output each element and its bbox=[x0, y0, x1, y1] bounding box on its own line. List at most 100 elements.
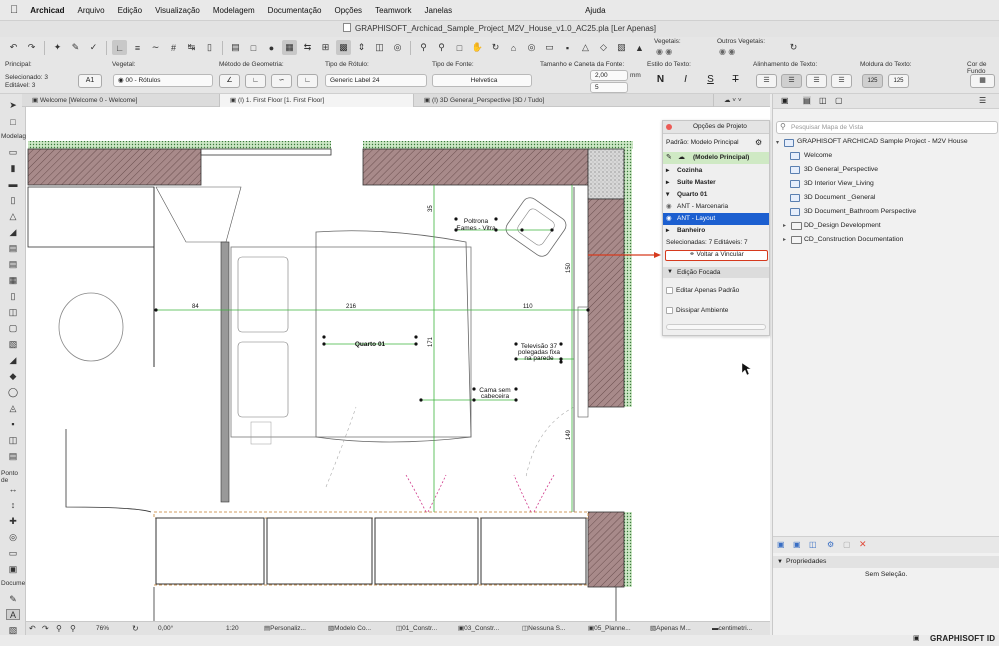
menu-teamwork[interactable]: Teamwork bbox=[375, 6, 411, 15]
status-item-03-constr[interactable]: ▣ 03_Constr... bbox=[458, 622, 499, 635]
dissipar-checkbox[interactable] bbox=[666, 307, 673, 314]
tipo-rotulo-select[interactable]: Generic Label 24 bbox=[325, 74, 427, 87]
palette-option-layout[interactable]: ◉ ANT - Layout bbox=[663, 213, 769, 225]
redo-zoom-icon[interactable]: ↷ bbox=[42, 622, 49, 635]
vegetal-select[interactable]: ◉ 00 - Rótulos bbox=[113, 74, 213, 87]
details-icon[interactable]: ◇ bbox=[596, 40, 611, 55]
status-item-centimetri[interactable]: ▬ centimetri... bbox=[712, 622, 752, 635]
voltar-vincular-button[interactable]: ⚭ Voltar a Vincular bbox=[665, 250, 768, 261]
palette-option-suite[interactable]: ▸ Suíte Master bbox=[663, 177, 769, 189]
status-item-apenas[interactable]: ▧ Apenas M... bbox=[650, 622, 691, 635]
edicao-focada-header[interactable]: ▼ Edição Focada bbox=[663, 267, 769, 278]
menu-opcoes[interactable]: Opções bbox=[334, 6, 362, 15]
roof-tool-icon[interactable]: △ bbox=[6, 211, 20, 222]
zoom-out-status-icon[interactable]: ⚲ bbox=[70, 622, 76, 635]
tab-first-floor[interactable]: ▣ (I) 1. First Floor [1. First Floor] bbox=[220, 94, 414, 107]
geometry-polyline-button[interactable]: ∟ bbox=[297, 74, 318, 88]
navigator-menu-icon[interactable]: ☰ bbox=[979, 96, 986, 105]
folder-cd[interactable]: CD_Construction Documentation bbox=[804, 236, 903, 243]
status-item-personaliz[interactable]: ▤ Personaliz... bbox=[264, 622, 306, 635]
orbit-icon[interactable]: ↻ bbox=[488, 40, 503, 55]
new-view-icon[interactable]: ▣ bbox=[777, 540, 785, 549]
navigation-icon[interactable]: ◎ bbox=[524, 40, 539, 55]
status-item-nessuna[interactable]: ◫ Nessuna S... bbox=[522, 622, 565, 635]
geometry-spline-button[interactable]: ∽ bbox=[271, 74, 292, 88]
skylight-tool-icon[interactable]: ◬ bbox=[6, 403, 20, 414]
lamp-tool-icon[interactable]: ◯ bbox=[6, 387, 20, 398]
dimension-tool-icon[interactable]: ↔ bbox=[6, 484, 20, 495]
tamanho-input[interactable]: 2,00 bbox=[590, 70, 628, 81]
view-map-search-input[interactable]: ⚲ Pesquisar Mapa de Vista bbox=[776, 121, 998, 134]
bold-button[interactable]: N bbox=[650, 74, 671, 88]
radial-tool-icon[interactable]: ◎ bbox=[6, 532, 20, 543]
arrange-icon[interactable]: ◫ bbox=[372, 40, 387, 55]
slab-tool-icon[interactable]: ▯ bbox=[6, 195, 20, 206]
line-snap-icon[interactable]: ∼ bbox=[148, 40, 163, 55]
palette-option-banheiro[interactable]: ▸ Banheiro bbox=[663, 225, 769, 237]
strikethrough-button[interactable]: T bbox=[725, 74, 746, 88]
view-3d-bathroom[interactable]: 3D Document_Bathroom Perspective bbox=[804, 208, 916, 215]
align-left-button[interactable]: ☰ bbox=[756, 74, 777, 88]
cor-fundo-button[interactable]: ▦ bbox=[970, 74, 995, 88]
view-properties-icon[interactable]: ▢ bbox=[843, 540, 851, 549]
redo-icon[interactable]: ↷ bbox=[24, 40, 39, 55]
tab-3d-perspective[interactable]: ▣ (I) 3D General_Perspective [3D / Tudo] bbox=[414, 94, 714, 107]
floor-plan-canvas[interactable]: Poltrona Eames - Vitra Quarto 01 Televis… bbox=[26, 107, 770, 621]
publisher-icon[interactable]: ▢ bbox=[835, 96, 843, 105]
delete-view-icon[interactable]: ✕ bbox=[859, 539, 867, 550]
section-icon[interactable]: ▪ bbox=[560, 40, 575, 55]
stair-tool-icon[interactable]: ▤ bbox=[6, 243, 20, 254]
folder-dd-expand-icon[interactable]: ▸ bbox=[783, 222, 786, 229]
menu-documentacao[interactable]: Documentação bbox=[268, 6, 322, 15]
zoom-out-icon[interactable]: ⚲ bbox=[434, 40, 449, 55]
suspend-groups-icon[interactable]: ▦ bbox=[282, 40, 297, 55]
morph-tool-icon[interactable]: ◆ bbox=[6, 371, 20, 382]
root-collapse-icon[interactable]: ▾ bbox=[776, 139, 779, 146]
status-item-modelo[interactable]: ▧ Modelo Co... bbox=[328, 622, 371, 635]
beam-tool-icon[interactable]: ▬ bbox=[6, 179, 20, 190]
elevation-view-icon[interactable]: △ bbox=[578, 40, 593, 55]
layer-icon[interactable]: ▤ bbox=[228, 40, 243, 55]
underline-button[interactable]: S bbox=[700, 74, 721, 88]
layout-book-icon[interactable]: ◫ bbox=[819, 96, 827, 105]
graphisoft-brand[interactable]: GRAPHISOFT ID bbox=[930, 634, 995, 643]
status-item-01-constr[interactable]: ◫ 01_Constr... bbox=[396, 622, 437, 635]
align-center-button[interactable]: ☰ bbox=[781, 74, 802, 88]
orientation-icon[interactable]: ⊞ bbox=[318, 40, 333, 55]
lock-icon[interactable]: □ bbox=[246, 40, 261, 55]
magic-wand-icon[interactable]: ✦ bbox=[50, 40, 65, 55]
geometry-arc-button[interactable]: ∟ bbox=[245, 74, 266, 88]
editar-apenas-checkbox[interactable] bbox=[666, 287, 673, 294]
view-3d-document[interactable]: 3D Document _General bbox=[804, 194, 875, 201]
palette-option-marcenaria[interactable]: ◉ ANT - Marcenaria bbox=[663, 201, 769, 213]
worksheet-tool-icon[interactable]: ▣ bbox=[6, 564, 20, 575]
door-tool-icon[interactable]: ▯ bbox=[6, 291, 20, 302]
angle-value[interactable]: 0,00° bbox=[158, 622, 173, 635]
window-tool-icon[interactable]: ◫ bbox=[6, 307, 20, 318]
trace-icon[interactable]: ▩ bbox=[336, 40, 351, 55]
zoom-in-status-icon[interactable]: ⚲ bbox=[56, 622, 62, 635]
view-map-icon[interactable]: ▤ bbox=[803, 96, 811, 105]
moldura-button-b[interactable]: 125 bbox=[888, 74, 909, 88]
menu-edicao[interactable]: Edição bbox=[118, 6, 142, 15]
view-3d-interior[interactable]: 3D Interior View_Living bbox=[804, 180, 874, 187]
fill-icon[interactable]: ▧ bbox=[614, 40, 629, 55]
shell-tool-icon[interactable]: ◢ bbox=[6, 227, 20, 238]
menu-janelas[interactable]: Janelas bbox=[425, 6, 453, 15]
mirror-icon[interactable]: ⇆ bbox=[300, 40, 315, 55]
guide-icon[interactable]: ≡ bbox=[130, 40, 145, 55]
camera-tool-icon[interactable]: ▭ bbox=[6, 548, 20, 559]
palette-option-quarto[interactable]: ▾ Quarto 01 bbox=[663, 189, 769, 201]
properties-header[interactable]: ▼ Propriedades bbox=[773, 556, 999, 568]
outros-vegetais-eye-icon[interactable]: ◉ ◉ bbox=[719, 47, 735, 56]
label-tool-icon[interactable]: ✎ bbox=[6, 594, 20, 605]
zoom-in-icon[interactable]: ⚲ bbox=[416, 40, 431, 55]
tipo-fonte-select[interactable]: Helvetica bbox=[432, 74, 532, 87]
menu-ajuda[interactable]: Ajuda bbox=[585, 6, 605, 15]
palette-settings-icon[interactable]: ⚙ bbox=[755, 138, 762, 147]
dissipar-slider[interactable] bbox=[666, 324, 766, 330]
move-icon[interactable]: ↹ bbox=[184, 40, 199, 55]
apple-menu-icon[interactable]:  bbox=[10, 4, 18, 16]
object-tool-icon[interactable]: ▢ bbox=[6, 323, 20, 334]
inject-icon[interactable]: ✓ bbox=[86, 40, 101, 55]
